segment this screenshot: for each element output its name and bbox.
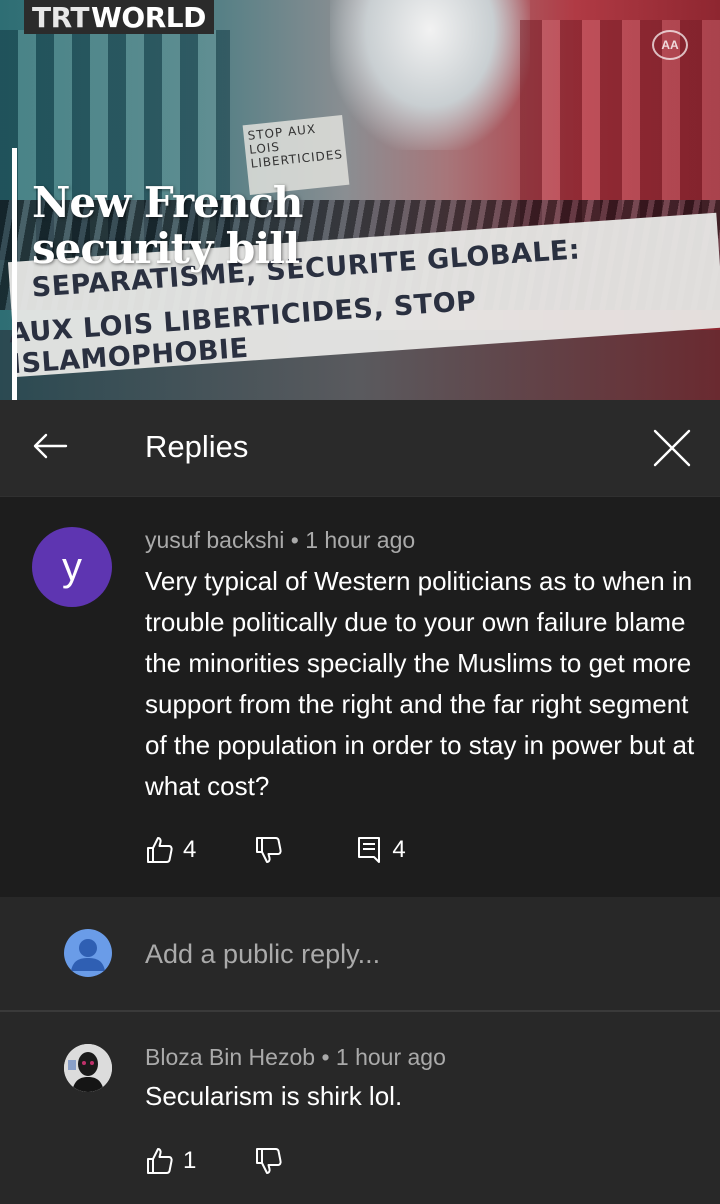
comment-author[interactable]: yusuf backshi (145, 527, 284, 553)
user-icon (71, 939, 105, 971)
like-button[interactable]: 1 (145, 1146, 196, 1176)
close-button[interactable] (646, 422, 698, 474)
thumbs-down-icon (256, 837, 282, 863)
video-sky (330, 0, 530, 150)
video-headline: New French security bill (32, 178, 303, 273)
like-count: 4 (183, 836, 197, 863)
close-icon (653, 429, 691, 467)
dislike-button[interactable] (254, 835, 284, 865)
reply-author[interactable]: Bloza Bin Hezob (145, 1044, 315, 1070)
like-count: 1 (183, 1147, 197, 1174)
meta-separator: • (321, 1044, 330, 1070)
comment-text: Very typical of Western politicians as t… (145, 566, 695, 801)
replies-header: Replies (0, 400, 720, 497)
avatar-letter: y (62, 544, 82, 589)
arrow-left-icon (33, 433, 68, 459)
comment-time: 1 hour ago (305, 527, 416, 553)
reply-text: Secularism is shirk lol. (145, 1081, 403, 1111)
avatar[interactable]: y (32, 527, 112, 607)
logo-trt: TRT (32, 0, 90, 34)
reply-input[interactable]: Add a public reply... (145, 939, 380, 970)
agency-badge: AA (652, 30, 688, 60)
thumbs-up-icon (147, 837, 173, 863)
reply-comment: Bloza Bin Hezob • 1 hour ago Secularism … (0, 1012, 720, 1204)
comment-meta: yusuf backshi • 1 hour ago (145, 527, 415, 554)
parent-comment: y yusuf backshi • 1 hour ago Very typica… (0, 497, 720, 897)
avatar[interactable] (64, 1044, 112, 1092)
reply-time: 1 hour ago (335, 1044, 446, 1070)
back-button[interactable] (26, 422, 74, 470)
reply-button[interactable]: 4 (356, 835, 406, 865)
headline-line-1: New French (32, 178, 303, 227)
like-button[interactable]: 4 (145, 835, 196, 865)
logo-world: WORLD (91, 0, 206, 34)
reply-actions: 1 (145, 1146, 284, 1176)
channel-logo: TRT WORLD (24, 0, 214, 34)
headline-line-2: security bill (32, 224, 300, 273)
comment-icon (358, 837, 381, 863)
comment-actions: 4 4 (145, 835, 406, 865)
video-player[interactable]: STOP AUX LOIS LIBERTICIDES SEPARATISME, … (0, 0, 720, 400)
dislike-button[interactable] (254, 1146, 284, 1176)
reply-meta: Bloza Bin Hezob • 1 hour ago (145, 1044, 446, 1071)
avatar-image-icon (64, 1044, 112, 1092)
user-avatar (64, 929, 112, 977)
add-reply-row: Add a public reply... (0, 897, 720, 1012)
thumbs-down-icon (256, 1148, 282, 1174)
thumbs-up-icon (147, 1148, 173, 1174)
reply-count: 4 (392, 836, 406, 863)
meta-separator: • (290, 527, 299, 553)
page-title: Replies (145, 429, 249, 464)
headline-accent-bar (12, 148, 17, 400)
